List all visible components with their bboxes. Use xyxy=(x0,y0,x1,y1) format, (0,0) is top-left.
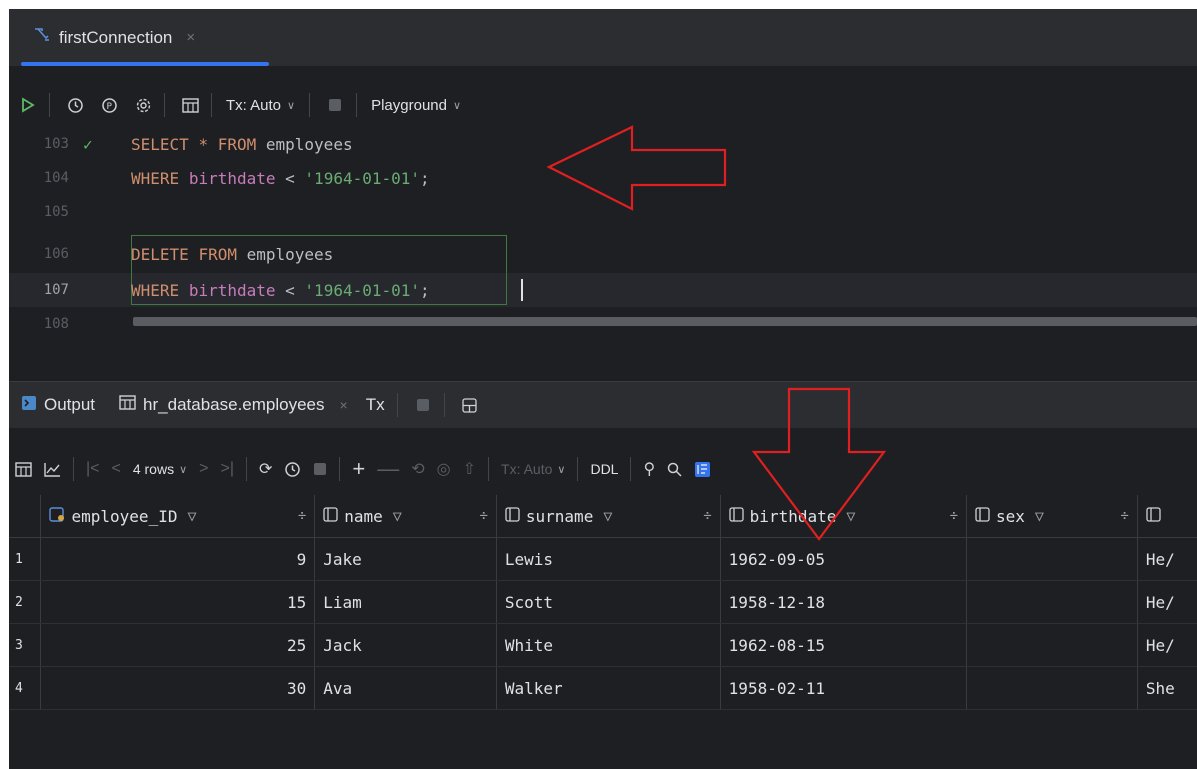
down-arrow-annotation xyxy=(751,387,887,541)
ide-window: firstConnection × P Tx: Auto ∨ Playgroun… xyxy=(9,9,1197,769)
annotation-arrows xyxy=(546,125,887,541)
left-arrow-annotation xyxy=(546,125,727,211)
